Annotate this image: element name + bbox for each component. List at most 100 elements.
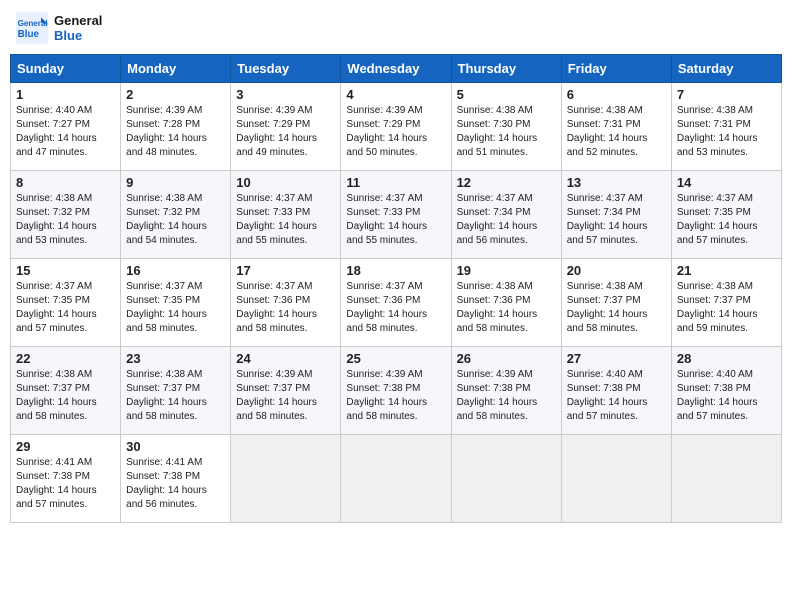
cell-sunrise: Sunrise: 4:40 AM (16, 105, 92, 116)
cell-sunset: Sunset: 7:32 PM (126, 207, 200, 218)
calendar-cell: 23 Sunrise: 4:38 AM Sunset: 7:37 PM Dayl… (121, 347, 231, 435)
calendar-cell: 4 Sunrise: 4:39 AM Sunset: 7:29 PM Dayli… (341, 83, 451, 171)
cell-sunset: Sunset: 7:35 PM (16, 295, 90, 306)
page-header: General Blue General Blue (10, 10, 782, 46)
calendar-cell: 16 Sunrise: 4:37 AM Sunset: 7:35 PM Dayl… (121, 259, 231, 347)
cell-daylight: Daylight: 14 hours and 55 minutes. (346, 221, 427, 246)
calendar-cell: 22 Sunrise: 4:38 AM Sunset: 7:37 PM Dayl… (11, 347, 121, 435)
calendar-cell: 7 Sunrise: 4:38 AM Sunset: 7:31 PM Dayli… (671, 83, 781, 171)
cell-daylight: Daylight: 14 hours and 53 minutes. (677, 133, 758, 158)
weekday-header-saturday: Saturday (671, 55, 781, 83)
calendar-cell: 10 Sunrise: 4:37 AM Sunset: 7:33 PM Dayl… (231, 171, 341, 259)
calendar-week-row: 15 Sunrise: 4:37 AM Sunset: 7:35 PM Dayl… (11, 259, 782, 347)
logo: General Blue General Blue (14, 10, 102, 46)
cell-sunset: Sunset: 7:32 PM (16, 207, 90, 218)
cell-sunrise: Sunrise: 4:39 AM (346, 369, 422, 380)
cell-sunset: Sunset: 7:31 PM (567, 119, 641, 130)
day-number: 6 (567, 87, 666, 102)
calendar-cell: 28 Sunrise: 4:40 AM Sunset: 7:38 PM Dayl… (671, 347, 781, 435)
cell-sunset: Sunset: 7:37 PM (236, 383, 310, 394)
cell-daylight: Daylight: 14 hours and 57 minutes. (677, 221, 758, 246)
cell-sunrise: Sunrise: 4:39 AM (346, 105, 422, 116)
cell-sunrise: Sunrise: 4:37 AM (236, 281, 312, 292)
cell-daylight: Daylight: 14 hours and 58 minutes. (346, 309, 427, 334)
cell-sunrise: Sunrise: 4:39 AM (236, 369, 312, 380)
cell-daylight: Daylight: 14 hours and 51 minutes. (457, 133, 538, 158)
weekday-header-thursday: Thursday (451, 55, 561, 83)
day-number: 22 (16, 351, 115, 366)
cell-sunrise: Sunrise: 4:41 AM (126, 457, 202, 468)
cell-sunset: Sunset: 7:36 PM (236, 295, 310, 306)
day-number: 15 (16, 263, 115, 278)
cell-daylight: Daylight: 14 hours and 58 minutes. (126, 309, 207, 334)
calendar-cell: 18 Sunrise: 4:37 AM Sunset: 7:36 PM Dayl… (341, 259, 451, 347)
cell-sunset: Sunset: 7:27 PM (16, 119, 90, 130)
cell-daylight: Daylight: 14 hours and 57 minutes. (567, 397, 648, 422)
cell-sunset: Sunset: 7:37 PM (567, 295, 641, 306)
cell-sunset: Sunset: 7:38 PM (567, 383, 641, 394)
cell-sunset: Sunset: 7:29 PM (346, 119, 420, 130)
weekday-header-friday: Friday (561, 55, 671, 83)
cell-daylight: Daylight: 14 hours and 58 minutes. (236, 309, 317, 334)
day-number: 3 (236, 87, 335, 102)
calendar-cell: 29 Sunrise: 4:41 AM Sunset: 7:38 PM Dayl… (11, 435, 121, 523)
calendar-cell: 19 Sunrise: 4:38 AM Sunset: 7:36 PM Dayl… (451, 259, 561, 347)
calendar-cell: 27 Sunrise: 4:40 AM Sunset: 7:38 PM Dayl… (561, 347, 671, 435)
calendar-cell: 20 Sunrise: 4:38 AM Sunset: 7:37 PM Dayl… (561, 259, 671, 347)
cell-daylight: Daylight: 14 hours and 55 minutes. (236, 221, 317, 246)
day-number: 19 (457, 263, 556, 278)
cell-daylight: Daylight: 14 hours and 57 minutes. (16, 309, 97, 334)
calendar-cell: 11 Sunrise: 4:37 AM Sunset: 7:33 PM Dayl… (341, 171, 451, 259)
weekday-header-sunday: Sunday (11, 55, 121, 83)
cell-sunset: Sunset: 7:34 PM (567, 207, 641, 218)
cell-sunrise: Sunrise: 4:37 AM (457, 193, 533, 204)
cell-sunrise: Sunrise: 4:37 AM (677, 193, 753, 204)
cell-sunset: Sunset: 7:37 PM (126, 383, 200, 394)
cell-daylight: Daylight: 14 hours and 58 minutes. (16, 397, 97, 422)
cell-sunrise: Sunrise: 4:38 AM (677, 281, 753, 292)
cell-daylight: Daylight: 14 hours and 58 minutes. (346, 397, 427, 422)
calendar-week-row: 29 Sunrise: 4:41 AM Sunset: 7:38 PM Dayl… (11, 435, 782, 523)
weekday-header-monday: Monday (121, 55, 231, 83)
cell-sunrise: Sunrise: 4:38 AM (126, 193, 202, 204)
cell-sunset: Sunset: 7:37 PM (16, 383, 90, 394)
cell-sunrise: Sunrise: 4:38 AM (126, 369, 202, 380)
day-number: 8 (16, 175, 115, 190)
cell-daylight: Daylight: 14 hours and 57 minutes. (16, 485, 97, 510)
cell-sunrise: Sunrise: 4:40 AM (567, 369, 643, 380)
day-number: 20 (567, 263, 666, 278)
cell-sunset: Sunset: 7:37 PM (677, 295, 751, 306)
day-number: 18 (346, 263, 445, 278)
calendar-cell (561, 435, 671, 523)
day-number: 25 (346, 351, 445, 366)
cell-sunrise: Sunrise: 4:39 AM (457, 369, 533, 380)
cell-sunrise: Sunrise: 4:37 AM (126, 281, 202, 292)
cell-sunrise: Sunrise: 4:37 AM (567, 193, 643, 204)
calendar-cell: 6 Sunrise: 4:38 AM Sunset: 7:31 PM Dayli… (561, 83, 671, 171)
cell-daylight: Daylight: 14 hours and 58 minutes. (457, 309, 538, 334)
cell-sunrise: Sunrise: 4:37 AM (346, 193, 422, 204)
calendar-week-row: 1 Sunrise: 4:40 AM Sunset: 7:27 PM Dayli… (11, 83, 782, 171)
calendar-cell: 24 Sunrise: 4:39 AM Sunset: 7:37 PM Dayl… (231, 347, 341, 435)
calendar-table: SundayMondayTuesdayWednesdayThursdayFrid… (10, 54, 782, 523)
weekday-header-tuesday: Tuesday (231, 55, 341, 83)
cell-sunrise: Sunrise: 4:41 AM (16, 457, 92, 468)
day-number: 7 (677, 87, 776, 102)
cell-sunrise: Sunrise: 4:39 AM (236, 105, 312, 116)
cell-daylight: Daylight: 14 hours and 47 minutes. (16, 133, 97, 158)
day-number: 4 (346, 87, 445, 102)
cell-sunrise: Sunrise: 4:37 AM (16, 281, 92, 292)
day-number: 27 (567, 351, 666, 366)
cell-sunrise: Sunrise: 4:39 AM (126, 105, 202, 116)
cell-sunset: Sunset: 7:34 PM (457, 207, 531, 218)
calendar-cell: 5 Sunrise: 4:38 AM Sunset: 7:30 PM Dayli… (451, 83, 561, 171)
cell-sunset: Sunset: 7:33 PM (346, 207, 420, 218)
logo-general-text: General (54, 13, 102, 28)
day-number: 11 (346, 175, 445, 190)
day-number: 17 (236, 263, 335, 278)
cell-sunset: Sunset: 7:35 PM (677, 207, 751, 218)
cell-sunset: Sunset: 7:33 PM (236, 207, 310, 218)
calendar-cell: 8 Sunrise: 4:38 AM Sunset: 7:32 PM Dayli… (11, 171, 121, 259)
calendar-cell (671, 435, 781, 523)
day-number: 26 (457, 351, 556, 366)
